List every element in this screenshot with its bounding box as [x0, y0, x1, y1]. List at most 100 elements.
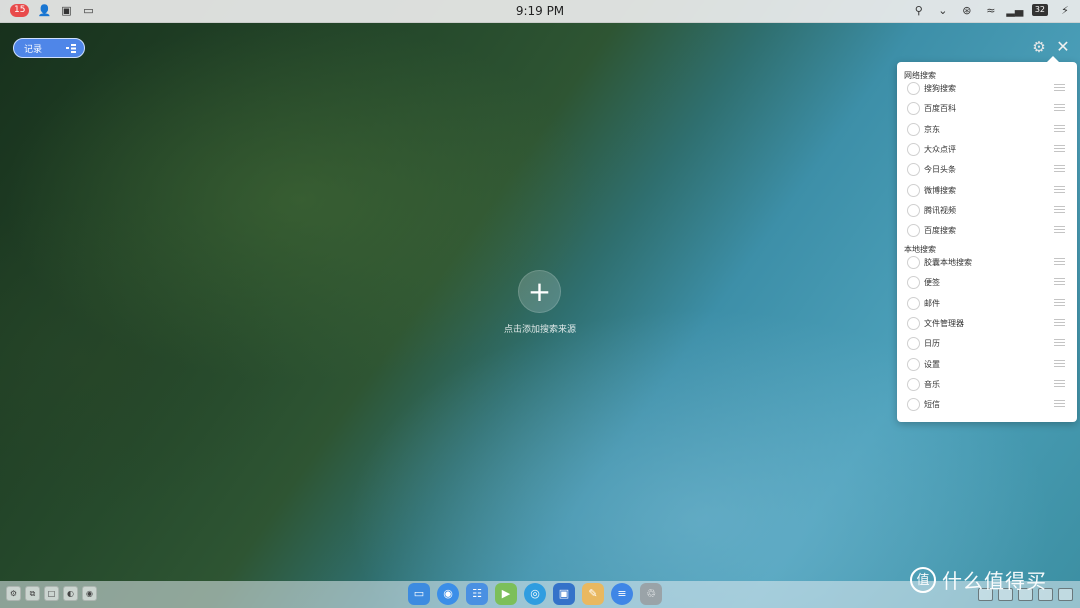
signal-icon: ▂▄ [1006, 3, 1024, 17]
screen-app-icon[interactable]: ▭ [408, 583, 430, 605]
source-radio[interactable] [907, 102, 920, 116]
window-layout-5-icon[interactable] [1058, 588, 1073, 601]
source-radio[interactable] [907, 82, 920, 95]
drag-handle-icon[interactable] [1054, 400, 1065, 409]
drag-handle-icon[interactable] [1054, 104, 1065, 113]
drag-handle-icon[interactable] [1054, 258, 1065, 267]
source-radio[interactable] [907, 296, 920, 310]
drag-handle-icon[interactable] [1054, 318, 1065, 328]
source-radio[interactable] [907, 256, 920, 269]
messages-app-icon[interactable]: ≡ [611, 583, 633, 605]
search-source-row[interactable]: 搜狗搜索 [897, 79, 1077, 99]
search-source-row[interactable]: 胶囊本地搜索 [897, 253, 1077, 273]
search-source-row[interactable]: 设置 [897, 355, 1077, 375]
source-label: 百度百科 [924, 104, 956, 114]
search-icon[interactable]: ⚲ [912, 3, 926, 17]
drag-handle-icon[interactable] [1054, 298, 1065, 308]
source-label: 文件管理器 [924, 318, 964, 328]
source-label: 便签 [924, 278, 940, 288]
source-radio[interactable] [907, 398, 920, 412]
charging-icon: ⚡ [1061, 3, 1069, 17]
folder-app-icon[interactable]: ◉ [437, 583, 459, 605]
tree-icon [66, 43, 76, 53]
source-radio[interactable] [907, 203, 920, 217]
source-radio[interactable] [907, 163, 920, 177]
source-label: 百度搜索 [924, 226, 956, 236]
search-source-row[interactable]: 邮件 [897, 294, 1077, 314]
drag-handle-icon[interactable] [1054, 359, 1065, 369]
grid-app-icon[interactable]: ☷ [466, 583, 488, 605]
search-source-row[interactable]: 京东 [897, 120, 1077, 140]
add-source-button[interactable]: + [518, 270, 561, 313]
drag-handle-icon[interactable] [1054, 144, 1065, 154]
drag-handle-icon[interactable] [1054, 124, 1065, 134]
drag-handle-icon[interactable] [1054, 165, 1065, 174]
toggle-tool-icon[interactable]: ◐ [63, 586, 78, 601]
source-label: 大众点评 [924, 144, 956, 154]
source-label: 京东 [924, 124, 940, 134]
source-label: 今日头条 [924, 165, 956, 175]
window-tool-icon[interactable]: □ [44, 586, 59, 601]
source-radio[interactable] [907, 357, 920, 371]
search-source-row[interactable]: 微博搜索 [897, 181, 1077, 201]
source-label: 微博搜索 [924, 185, 956, 195]
source-label: 搜狗搜索 [924, 84, 956, 93]
search-source-row[interactable]: 便签 [897, 273, 1077, 293]
source-label: 短信 [924, 400, 940, 410]
bluetooth-icon[interactable]: ⊛ [960, 3, 974, 17]
add-source-hint[interactable]: 点击添加搜索来源 [440, 322, 640, 335]
source-label: 邮件 [924, 298, 940, 308]
chevron-down-icon[interactable]: ⌄ [936, 3, 950, 17]
source-radio[interactable] [907, 142, 920, 156]
source-radio[interactable] [907, 224, 920, 238]
trash-icon[interactable]: ♲ [640, 583, 662, 605]
drag-handle-icon[interactable] [1054, 379, 1065, 389]
search-source-panel: 网络搜索 搜狗搜索 百度百科 京东 大众点评 今日头条 微博搜索 腾讯视频 百度搜索 本地搜索… [897, 56, 1077, 422]
source-radio[interactable] [907, 276, 920, 290]
drag-handle-icon[interactable] [1054, 185, 1065, 195]
copy-tool-icon[interactable]: ⧉ [25, 586, 40, 601]
record-tool-icon[interactable]: ◉ [82, 586, 97, 601]
search-source-row[interactable]: 腾讯视频 [897, 201, 1077, 221]
source-radio[interactable] [907, 377, 920, 391]
search-source-row[interactable]: 日历 [897, 334, 1077, 354]
search-source-row[interactable]: 百度搜索 [897, 221, 1077, 241]
search-source-row[interactable]: 文件管理器 [897, 314, 1077, 334]
source-label: 音乐 [924, 379, 940, 389]
desktop: 15 👤 ▣ ▭ 9:19 PM ⚲ ⌄ ⊛ ≈ ▂▄ 32 ⚡ 记录 ⚙ ✕ … [0, 0, 1080, 608]
browser-app-icon[interactable]: ◎ [524, 583, 546, 605]
notes-app-icon[interactable]: ✎ [582, 583, 604, 605]
image-app-icon[interactable]: ▣ [553, 583, 575, 605]
source-radio[interactable] [907, 183, 920, 197]
search-source-row[interactable]: 百度百科 [897, 99, 1077, 119]
source-label: 腾讯视频 [924, 205, 956, 215]
watermark-text: 什么值得买 [942, 569, 1047, 593]
source-radio[interactable] [907, 122, 920, 136]
search-source-row[interactable]: 音乐 [897, 375, 1077, 395]
battery-indicator: 32 [1031, 4, 1048, 16]
settings-tool-icon[interactable]: ⚙ [6, 586, 21, 601]
drag-handle-icon[interactable] [1054, 205, 1065, 215]
source-label: 胶囊本地搜索 [924, 258, 972, 267]
video-app-icon[interactable]: ▶ [495, 583, 517, 605]
wifi-icon[interactable]: ≈ [984, 3, 998, 17]
dock: ▭ ◉ ☷ ▶ ◎ ▣ ✎ ≡ ♲ [408, 583, 662, 605]
record-button-label: 记录 [24, 44, 43, 55]
quick-tools-left: ⚙ ⧉ □ ◐ ◉ [6, 586, 97, 601]
close-icon[interactable]: ✕ [1055, 38, 1071, 56]
drag-handle-icon[interactable] [1054, 226, 1065, 235]
record-button[interactable]: 记录 [13, 38, 85, 58]
search-source-row[interactable]: 短信 [897, 395, 1077, 415]
watermark-logo: 值 [910, 566, 936, 593]
watermark: 值 什么值得买 [910, 565, 1047, 594]
source-radio[interactable] [907, 316, 920, 330]
source-label: 设置 [924, 359, 940, 369]
gear-icon[interactable]: ⚙ [1031, 39, 1047, 55]
search-source-row[interactable]: 大众点评 [897, 140, 1077, 160]
drag-handle-icon[interactable] [1054, 339, 1065, 348]
drag-handle-icon[interactable] [1054, 84, 1065, 93]
search-source-row[interactable]: 今日头条 [897, 160, 1077, 180]
status-bar: 15 👤 ▣ ▭ 9:19 PM ⚲ ⌄ ⊛ ≈ ▂▄ 32 ⚡ [0, 0, 1080, 23]
source-radio[interactable] [907, 337, 920, 351]
drag-handle-icon[interactable] [1054, 278, 1065, 287]
